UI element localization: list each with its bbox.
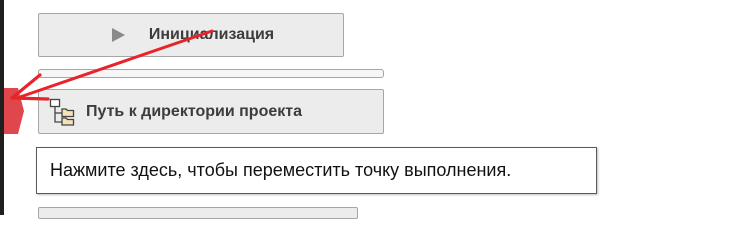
execution-point-marker[interactable] — [0, 88, 24, 134]
folder-tree-icon — [49, 98, 75, 126]
tooltip-text: Нажмите здесь, чтобы переместить точку в… — [50, 160, 512, 180]
step-label-init: Инициализация — [148, 26, 275, 43]
step-block-init[interactable]: Инициализация — [38, 13, 344, 57]
step-block-next[interactable] — [38, 207, 358, 219]
step-block-project-path[interactable]: Путь к директории проекта — [38, 89, 384, 134]
play-icon[interactable] — [111, 28, 125, 42]
step-label-project-path: Путь к директории проекта — [86, 102, 302, 120]
tooltip: Нажмите здесь, чтобы переместить точку в… — [36, 147, 597, 194]
step-block-separator — [38, 69, 384, 78]
